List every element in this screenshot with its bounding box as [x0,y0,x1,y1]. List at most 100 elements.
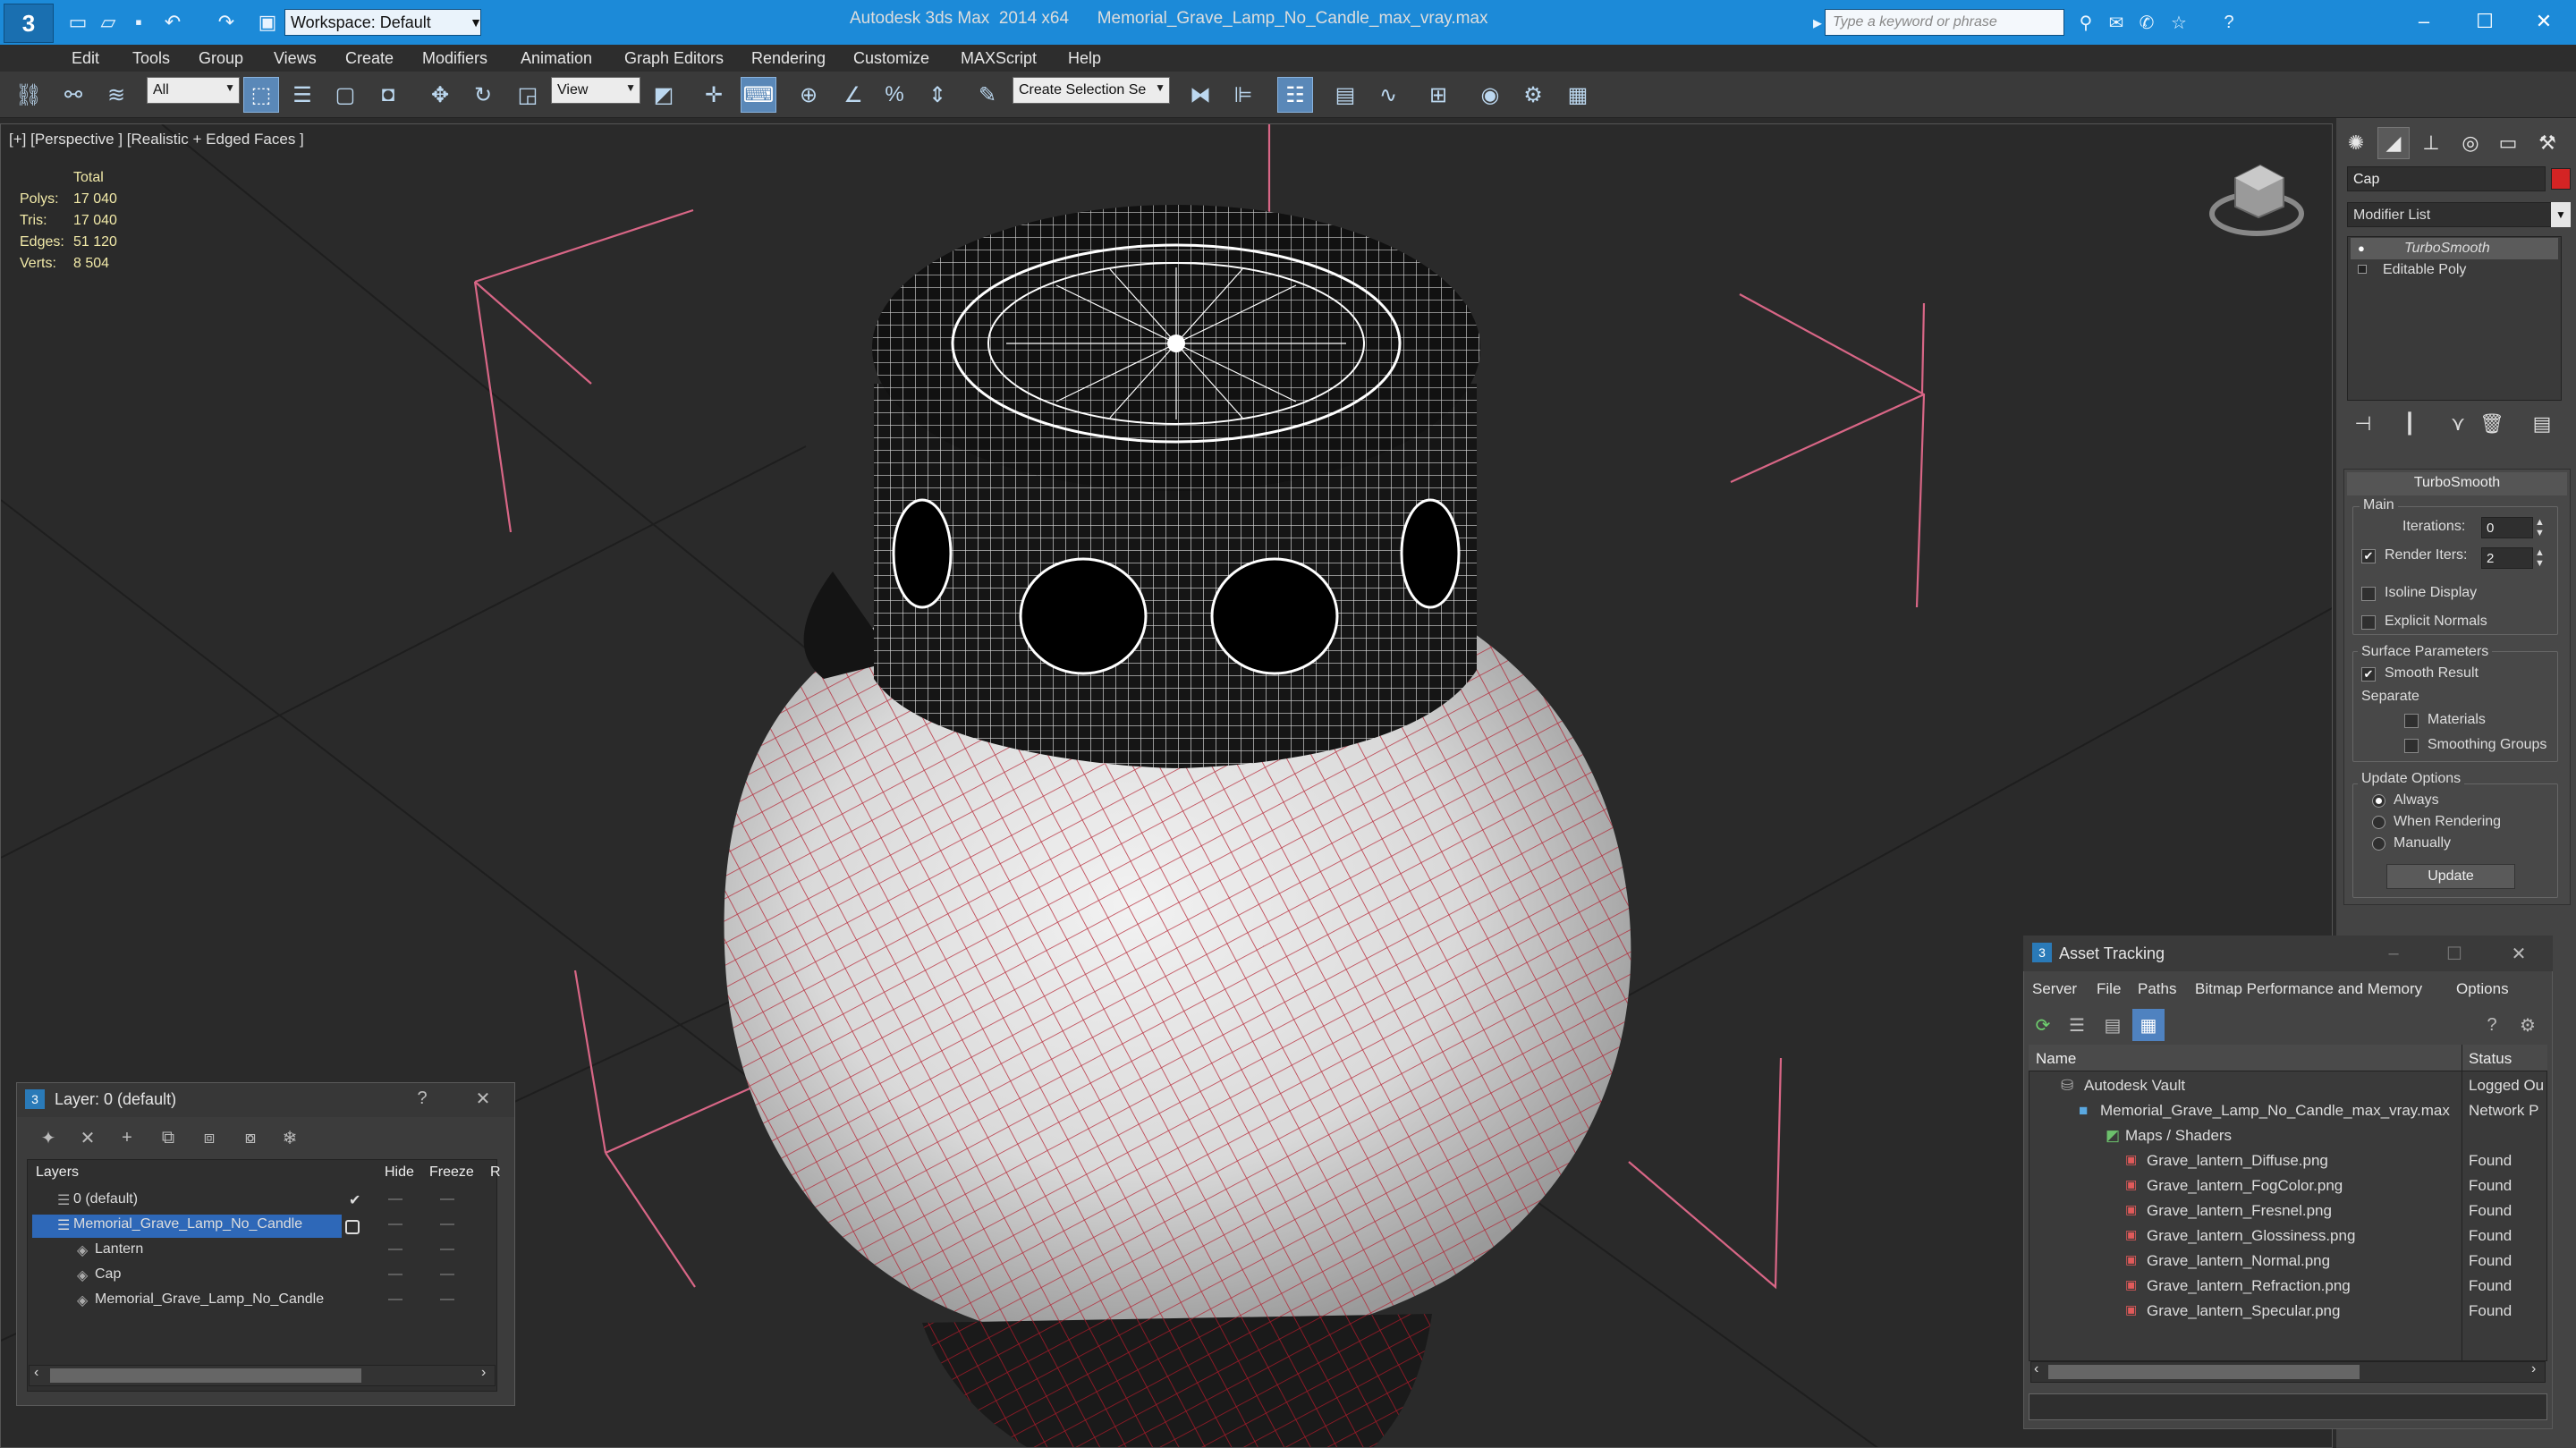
binoculars-icon[interactable]: ⚲ [2072,9,2100,36]
freeze-toggle[interactable]: — [440,1216,454,1232]
reference-coordinate-dropdown[interactable]: View ▼ [551,77,640,104]
viewport-label[interactable]: [+] [Perspective ] [Realistic + Edged Fa… [9,131,304,148]
select-by-name-icon[interactable]: ☰ [284,77,320,113]
freeze-column-header[interactable]: Freeze [429,1164,474,1181]
help-icon[interactable]: ? [2215,9,2243,36]
freeze-toggle[interactable]: — [440,1291,454,1308]
render-setup-icon[interactable]: ⚙ [1515,77,1551,113]
utilities-tab-icon[interactable]: ⚒ [2531,127,2563,159]
close-icon[interactable]: ✕ [467,1082,499,1114]
asset-row[interactable]: ▣ Grave_lantern_Refraction.png Found [2029,1274,2547,1299]
maximize-window-button[interactable]: ☐ [2458,5,2512,38]
render-column-header[interactable]: R [490,1164,501,1181]
isoline-display-checkbox[interactable] [2361,587,2376,601]
create-layer-icon[interactable]: ✦ [32,1122,64,1154]
rectangular-selection-icon[interactable]: ▢ [327,77,363,113]
percent-snap-icon[interactable]: % [877,77,912,113]
asset-menu-options[interactable]: Options [2456,980,2509,998]
menu-views[interactable]: Views [274,49,317,68]
snaps-toggle-icon[interactable]: ⊕ [791,77,826,113]
asset-row[interactable]: ⛁ Autodesk Vault Logged Ou [2029,1073,2547,1098]
make-unique-icon[interactable]: ⋎ [2442,408,2474,440]
create-tab-icon[interactable]: ✺ [2340,127,2372,159]
minimize-icon[interactable]: – [2377,937,2410,970]
bind-space-warp-icon[interactable]: ≋ [98,77,134,113]
pivot-center-icon[interactable]: ◩ [646,77,682,113]
stack-item-editable-poly[interactable]: Editable Poly [2351,259,2558,281]
graphite-ribbon-icon[interactable]: ▤ [1327,77,1363,113]
chevron-down-icon[interactable]: ▼ [2551,202,2571,227]
layer-dialog-title[interactable]: Layer: 0 (default) [17,1083,514,1117]
freeze-toggle[interactable]: — [440,1191,454,1207]
new-file-icon[interactable]: ▭ [63,7,93,38]
freeze-all-icon[interactable]: ❄ [274,1122,306,1154]
menu-edit[interactable]: Edit [72,49,99,68]
hide-toggle[interactable]: — [388,1216,402,1232]
selection-filter-dropdown[interactable]: All ▼ [147,77,240,104]
asset-menu-file[interactable]: File [2097,980,2121,998]
layer-row[interactable]: ☰ Memorial_Grave_Lamp_No_Candle — — [30,1213,496,1238]
asset-menu-server[interactable]: Server [2032,980,2077,998]
app-menu-button[interactable]: 3 [4,4,54,43]
help-search-input[interactable]: Type a keyword or phrase [1825,9,2064,36]
update-when-rendering-radio[interactable] [2372,816,2385,829]
help-icon[interactable]: ? [2476,1009,2508,1041]
help-button[interactable]: ? [406,1082,438,1114]
display-tab-icon[interactable]: ▭ [2492,127,2524,159]
menu-group[interactable]: Group [199,49,243,68]
render-frame-icon[interactable]: ▦ [1560,77,1596,113]
thumbnail-view-icon[interactable]: ▤ [2097,1009,2129,1041]
freeze-toggle[interactable]: — [440,1266,454,1283]
asset-row[interactable]: ▣ Grave_lantern_Normal.png Found [2029,1249,2547,1274]
menu-customize[interactable]: Customize [853,49,929,68]
workspace-dropdown[interactable]: Workspace: Default [284,9,481,36]
freeze-toggle[interactable]: — [440,1241,454,1257]
subscription-icon[interactable]: ✉ [2102,9,2131,36]
favorites-star-icon[interactable]: ☆ [2165,9,2193,36]
communication-center-icon[interactable]: ✆ [2132,9,2161,36]
asset-row[interactable]: ▣ Grave_lantern_Specular.png Found [2029,1299,2547,1324]
hierarchy-tab-icon[interactable]: ⊥ [2415,127,2447,159]
spinner-snap-icon[interactable]: ⇕ [919,77,955,113]
materials-checkbox[interactable] [2404,714,2419,728]
explicit-normals-checkbox[interactable] [2361,615,2376,630]
scroll-right-icon[interactable]: › [481,1365,486,1381]
select-and-rotate-icon[interactable]: ↻ [465,77,501,113]
project-folder-icon[interactable]: ▣ [252,7,283,38]
maximize-icon[interactable]: ☐ [2438,937,2470,970]
update-always-radio[interactable] [2372,794,2385,808]
schematic-view-icon[interactable]: ⊞ [1420,77,1456,113]
update-manually-radio[interactable] [2372,837,2385,851]
angle-snap-icon[interactable]: ∠ [835,77,871,113]
lightbulb-icon[interactable]: ● [2358,241,2370,255]
modify-tab-icon[interactable]: ◢ [2377,127,2410,159]
expand-toggle-icon[interactable] [2358,265,2367,274]
asset-row[interactable]: ▣ Grave_lantern_Fresnel.png Found [2029,1198,2547,1224]
hide-column-header[interactable]: Hide [385,1164,414,1181]
layer-row[interactable]: ◈ Cap — — [30,1263,496,1288]
stack-item-turbosmooth[interactable]: TurboSmooth [2351,238,2558,259]
object-name-field[interactable]: Cap [2347,166,2546,191]
layer-manager-icon[interactable]: ☷ [1277,77,1313,113]
motion-tab-icon[interactable]: ◎ [2454,127,2487,159]
edit-named-selection-icon[interactable]: ✎ [970,77,1005,113]
redo-icon[interactable]: ↷ [211,7,242,38]
smooth-result-checkbox[interactable]: ✔ [2361,667,2376,682]
window-crossing-icon[interactable]: ◘ [370,77,406,113]
hide-toggle[interactable]: — [388,1241,402,1257]
layer-row[interactable]: ◈ Memorial_Grave_Lamp_No_Candle — — [30,1288,496,1313]
undo-icon[interactable]: ↶ [157,7,188,38]
menu-maxscript[interactable]: MAXScript [961,49,1037,68]
scroll-right-icon[interactable]: › [2531,1361,2536,1377]
menu-tools[interactable]: Tools [132,49,170,68]
scrollbar-thumb[interactable] [2048,1365,2360,1379]
select-and-move-icon[interactable]: ✥ [422,77,458,113]
named-selection-set-dropdown[interactable]: Create Selection Se ▼ [1013,77,1170,104]
asset-row[interactable]: ◩ Maps / Shaders [2029,1123,2547,1148]
unlink-icon[interactable]: ⚯ [55,77,91,113]
select-and-manipulate-icon[interactable]: ✛ [696,77,732,113]
asset-row[interactable]: ▣ Grave_lantern_FogColor.png Found [2029,1173,2547,1198]
menu-graph-editors[interactable]: Graph Editors [624,49,724,68]
chevron-down-icon[interactable]: ▼ [465,9,487,36]
layer-row[interactable]: ◈ Lantern — — [30,1238,496,1263]
